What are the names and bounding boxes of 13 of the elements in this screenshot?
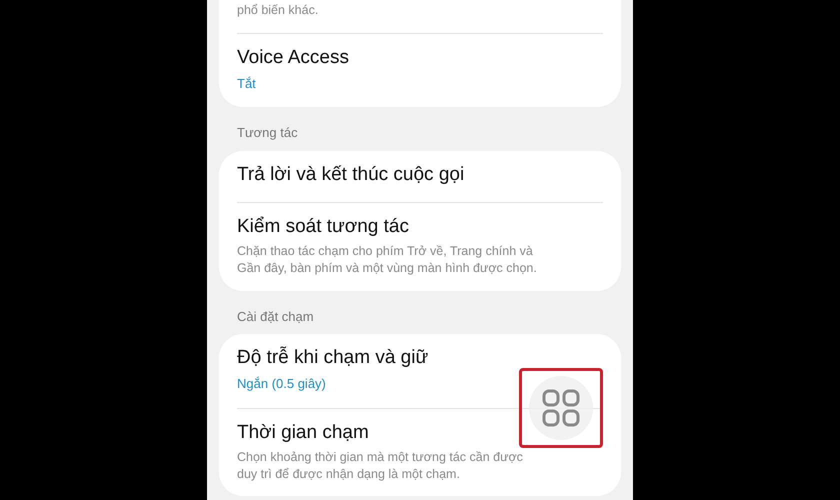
setting-title[interactable]: Thời gian chạm (237, 422, 369, 444)
setting-title[interactable]: Voice Access (237, 46, 349, 70)
grid-icon (541, 388, 581, 428)
section-header: Tương tác (236, 124, 299, 142)
setting-description: Chặn thao tác chạm cho phím Trở về, Trang chính và Gần đây, bàn phím và một vùng màn hình được chọn. (237, 242, 537, 277)
setting-description: Chọn khoảng thời gian mà một tương tác cần được duy trì để được nhận dạng là một chạm. (237, 448, 524, 482)
setting-title[interactable]: Kiểm soát tương tác (237, 216, 409, 239)
setting-title[interactable]: Độ trễ khi chạm và giữ (237, 347, 428, 370)
setting-title[interactable]: Trả lời và kết thúc cuộc gọi (237, 164, 464, 187)
setting-description: phổ biến khác. (237, 2, 318, 19)
setting-value: Tắt (237, 74, 256, 93)
section-header: Cài đặt chạm (236, 308, 315, 326)
setting-value: Ngắn (0.5 giây) (237, 375, 326, 394)
